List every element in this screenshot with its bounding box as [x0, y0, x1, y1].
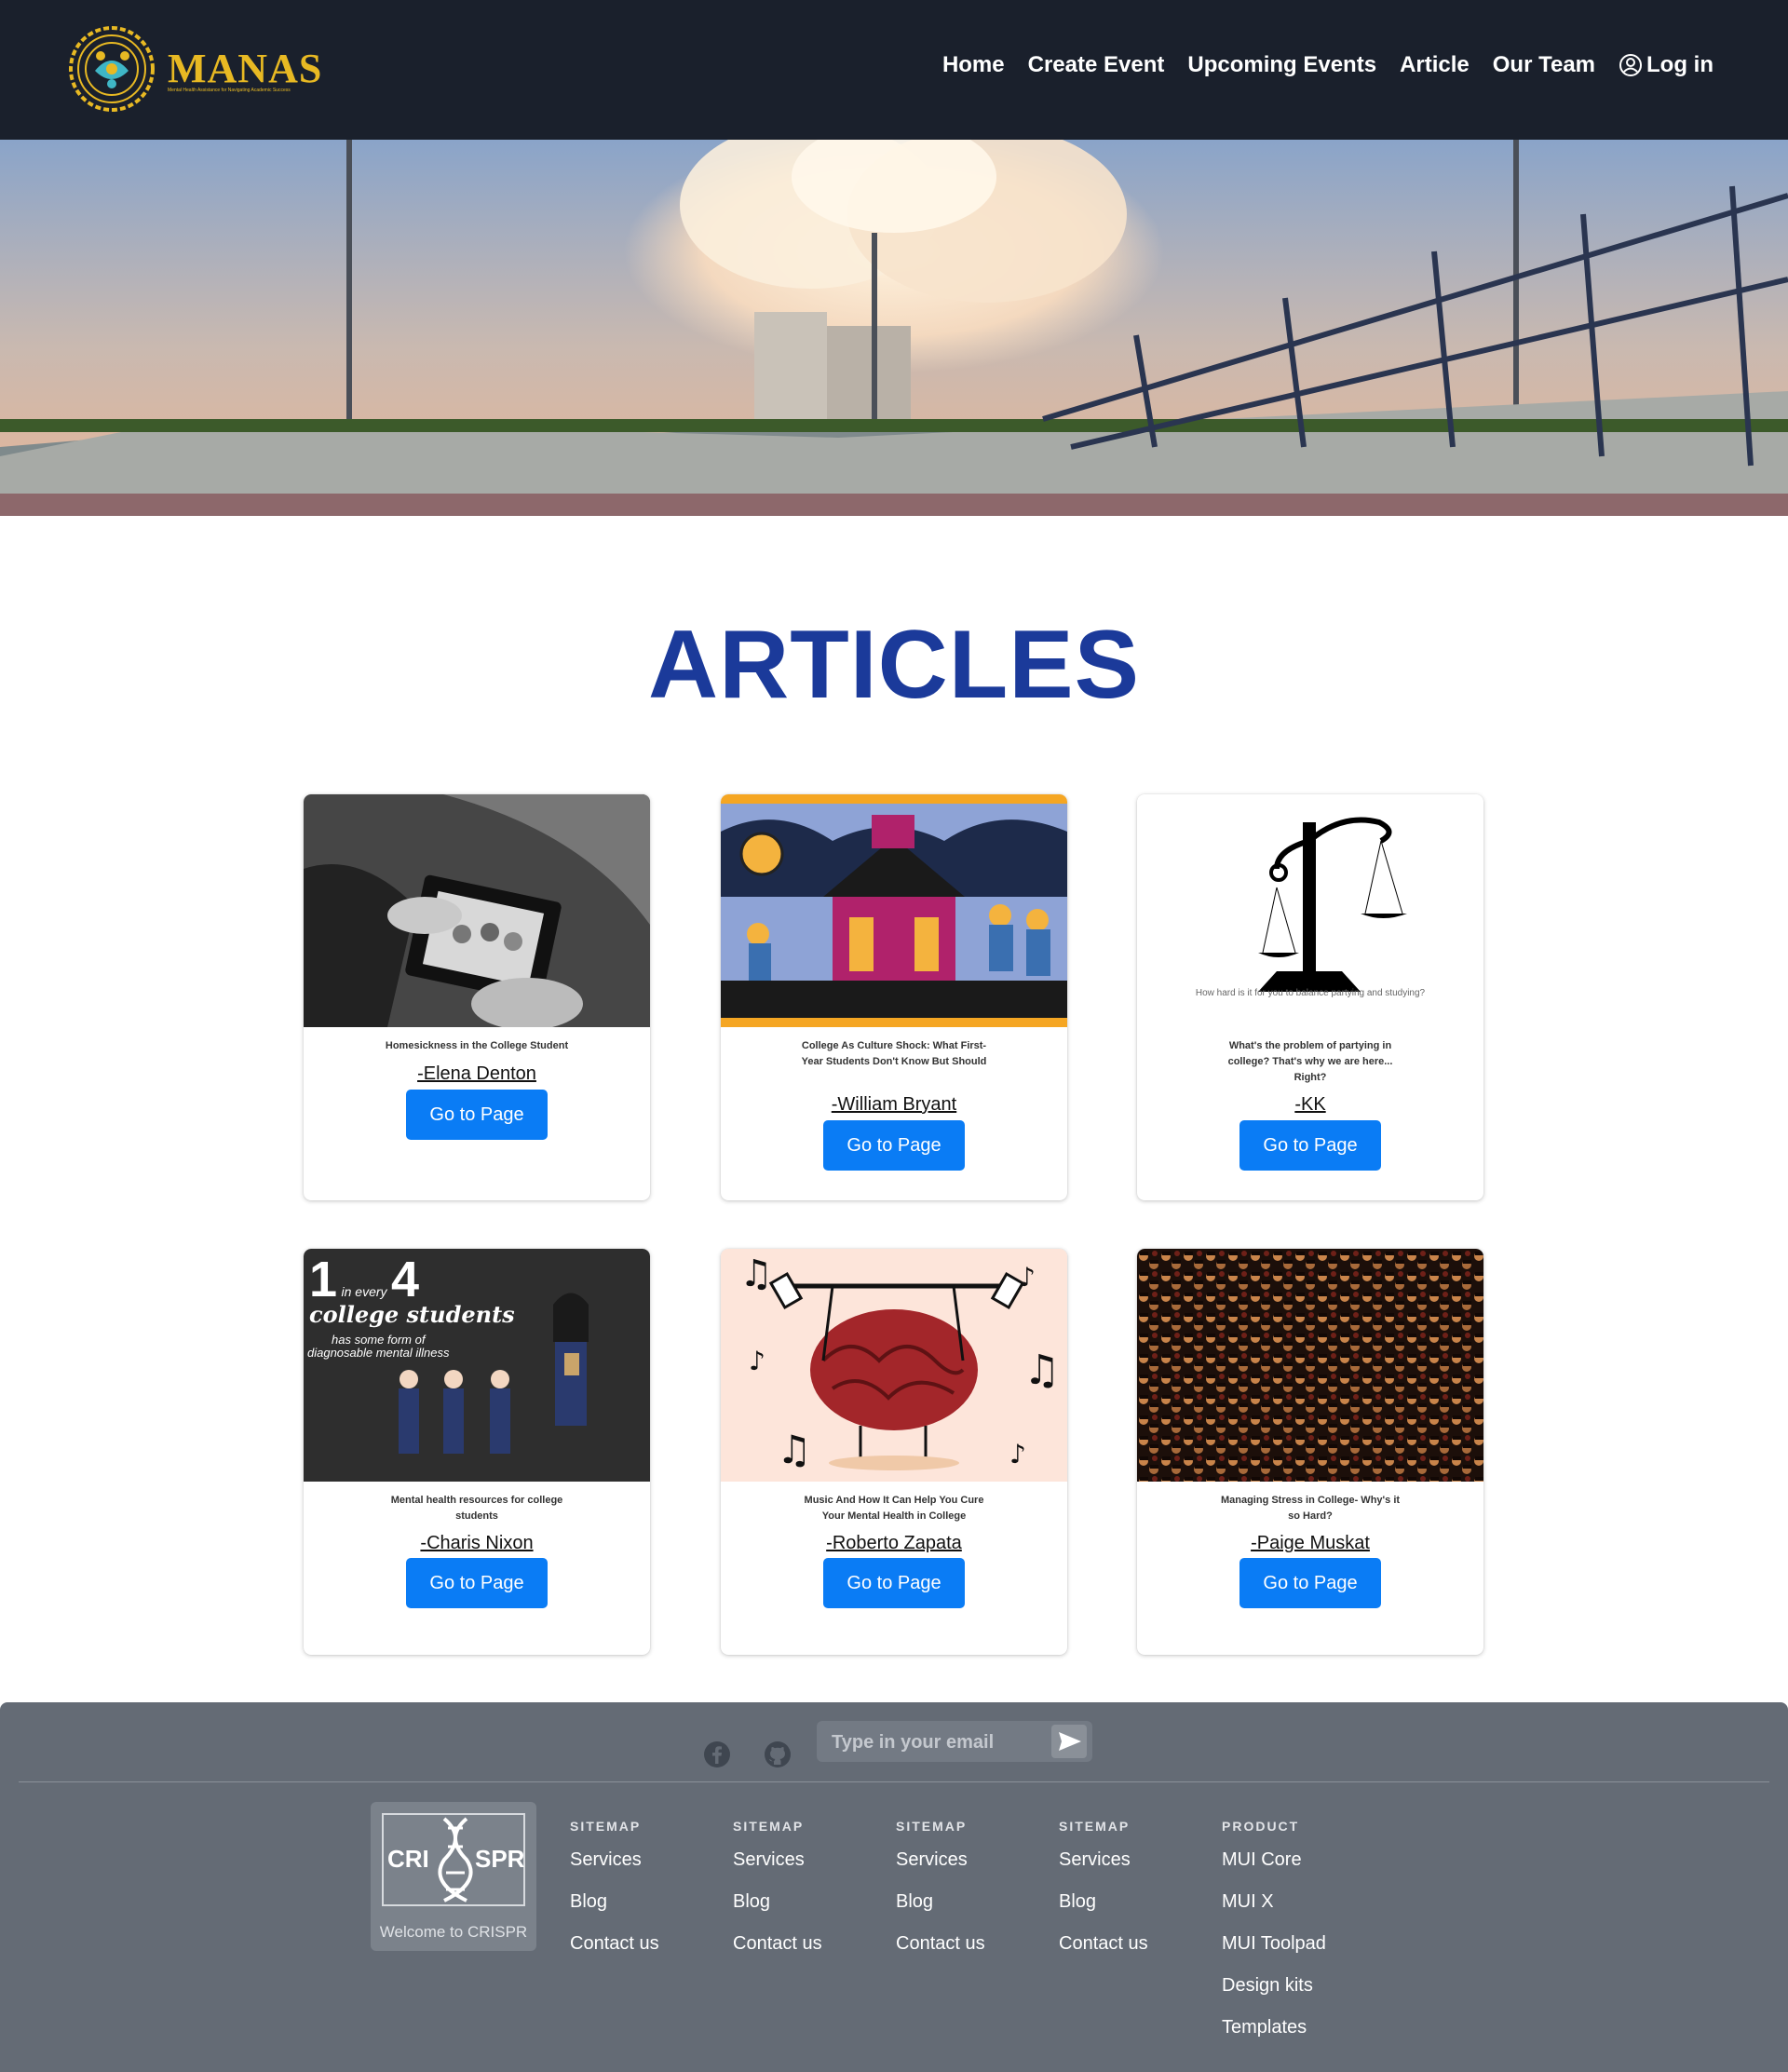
footer-link-blog[interactable]: Blog: [1059, 1890, 1148, 1932]
brand-name: MANAS: [168, 46, 323, 91]
footer-column: SITEMAP Services Blog Contact us: [733, 1819, 822, 1974]
footer-link-services[interactable]: Services: [733, 1849, 822, 1890]
mandala-icon: [69, 26, 155, 112]
footer-column: SITEMAP Services Blog Contact us: [1059, 1819, 1148, 1974]
nav-home[interactable]: Home: [942, 52, 1005, 78]
article-card: 1 in every 4 college students has some f…: [304, 1249, 650, 1655]
footer-link-blog[interactable]: Blog: [570, 1890, 659, 1932]
svg-text:♫: ♫: [777, 1427, 812, 1472]
go-to-page-button[interactable]: Go to Page: [1239, 1558, 1381, 1608]
login-link[interactable]: Log in: [1619, 52, 1714, 78]
nav-create-event[interactable]: Create Event: [1028, 52, 1165, 78]
go-to-page-button[interactable]: Go to Page: [406, 1558, 548, 1608]
manas-logo[interactable]: MANAS Mental Health Assistance for Navig…: [65, 20, 321, 119]
footer-link-blog[interactable]: Blog: [896, 1890, 985, 1932]
column-heading: SITEMAP: [570, 1819, 642, 1834]
crispr-caption: Welcome to CRISPR: [379, 1923, 528, 1941]
nav-our-team[interactable]: Our Team: [1493, 52, 1595, 78]
crispr-logo-left: CRI: [387, 1845, 429, 1873]
article-author[interactable]: -KK: [1137, 1094, 1483, 1116]
image-caption: How hard is it for you to balance partyi…: [1195, 988, 1426, 998]
go-to-page-button[interactable]: Go to Page: [823, 1558, 965, 1608]
article-title: Music And How It Can Help You Cure Your …: [804, 1495, 984, 1522]
page-title: ARTICLES: [648, 611, 1140, 719]
article-author[interactable]: -Paige Muskat: [1137, 1533, 1483, 1554]
footer-column-product: PRODUCT MUI Core MUI X MUI Toolpad Desig…: [1222, 1819, 1326, 2058]
article-image: 1 in every 4 college students has some f…: [304, 1249, 650, 1482]
article-card: Homesickness in the College Student -Ele…: [304, 794, 650, 1200]
nav-upcoming-events[interactable]: Upcoming Events: [1187, 52, 1376, 78]
footer-link-services[interactable]: Services: [570, 1849, 659, 1890]
svg-text:♪: ♪: [1009, 1439, 1026, 1469]
footer-link-contact[interactable]: Contact us: [570, 1932, 659, 1974]
footer-link-services[interactable]: Services: [1059, 1849, 1148, 1890]
article-title: Managing Stress in College- Why's it so …: [1220, 1495, 1401, 1522]
svg-text:♪: ♪: [749, 1346, 765, 1376]
campus-sky-photo: [0, 140, 1788, 516]
site-footer: CRI SPR Welcome to CRISPR SITEMAP Servic…: [0, 1702, 1788, 2072]
article-image: [721, 794, 1067, 1027]
footer-divider: [19, 1781, 1769, 1782]
footer-link-design-kits[interactable]: Design kits: [1222, 1974, 1326, 2016]
footer-link-blog[interactable]: Blog: [733, 1890, 822, 1932]
footer-column: SITEMAP Services Blog Contact us: [896, 1819, 985, 1974]
footer-link-mui-toolpad[interactable]: MUI Toolpad: [1222, 1932, 1326, 1974]
column-heading: SITEMAP: [733, 1819, 805, 1834]
article-author[interactable]: -Elena Denton: [304, 1063, 650, 1085]
footer-link-mui-x[interactable]: MUI X: [1222, 1890, 1326, 1932]
account-circle-icon: [1619, 54, 1643, 76]
article-title: College As Culture Shock: What First-Yea…: [801, 1040, 987, 1067]
footer-link-contact[interactable]: Contact us: [1059, 1932, 1148, 1974]
footer-link-mui-core[interactable]: MUI Core: [1222, 1849, 1326, 1890]
article-image: [304, 794, 650, 1027]
brand-tagline: Mental Health Assistance for Navigating …: [168, 88, 291, 93]
svg-text:♪: ♪: [1019, 1262, 1036, 1293]
main-nav: Home Create Event Upcoming Events Articl…: [942, 52, 1714, 78]
svg-text:♫: ♫: [739, 1253, 773, 1295]
column-heading: PRODUCT: [1222, 1819, 1300, 1834]
go-to-page-button[interactable]: Go to Page: [406, 1090, 548, 1140]
column-heading: SITEMAP: [1059, 1819, 1131, 1834]
article-image: [1137, 1249, 1483, 1482]
article-title: Homesickness in the College Student: [385, 1040, 569, 1051]
column-heading: SITEMAP: [896, 1819, 968, 1834]
article-card: Managing Stress in College- Why's it so …: [1137, 1249, 1483, 1655]
login-label: Log in: [1646, 52, 1714, 77]
svg-text:♫: ♫: [1023, 1347, 1060, 1394]
footer-link-templates[interactable]: Templates: [1222, 2016, 1326, 2058]
newsletter-form: [817, 1721, 1092, 1762]
article-author[interactable]: -William Bryant: [721, 1094, 1067, 1116]
hero-banner: [0, 140, 1788, 516]
top-navbar: MANAS Mental Health Assistance for Navig…: [0, 0, 1788, 140]
dna-helix-icon: [438, 1817, 473, 1903]
send-icon: [1059, 1732, 1081, 1751]
article-image: ♫ ♫ ♫ ♪ ♪ ♪: [721, 1249, 1067, 1482]
crispr-logo: CRI SPR: [382, 1813, 525, 1906]
send-button[interactable]: [1051, 1725, 1087, 1758]
article-card: ♫ ♫ ♫ ♪ ♪ ♪ Music And How It Can Help Yo…: [721, 1249, 1067, 1655]
crispr-logo-right: SPR: [475, 1845, 525, 1873]
article-author[interactable]: -Roberto Zapata: [721, 1533, 1067, 1554]
article-card: How hard is it for you to balance partyi…: [1137, 794, 1483, 1200]
article-title: Mental health resources for college stud…: [390, 1495, 563, 1522]
footer-column: SITEMAP Services Blog Contact us: [570, 1819, 659, 1974]
article-author[interactable]: -Charis Nixon: [304, 1533, 650, 1554]
facebook-icon[interactable]: [702, 1740, 732, 1769]
go-to-page-button[interactable]: Go to Page: [823, 1120, 965, 1171]
go-to-page-button[interactable]: Go to Page: [1239, 1120, 1381, 1171]
crispr-logo-card[interactable]: CRI SPR Welcome to CRISPR: [371, 1802, 536, 1951]
footer-link-services[interactable]: Services: [896, 1849, 985, 1890]
email-input[interactable]: [830, 1728, 1048, 1756]
nav-article[interactable]: Article: [1400, 52, 1470, 78]
article-card: College As Culture Shock: What First-Yea…: [721, 794, 1067, 1200]
footer-link-contact[interactable]: Contact us: [896, 1932, 985, 1974]
github-icon[interactable]: [763, 1740, 792, 1769]
article-title: What's the problem of partying in colleg…: [1227, 1040, 1393, 1083]
article-image: How hard is it for you to balance partyi…: [1137, 794, 1483, 1027]
footer-link-contact[interactable]: Contact us: [733, 1932, 822, 1974]
